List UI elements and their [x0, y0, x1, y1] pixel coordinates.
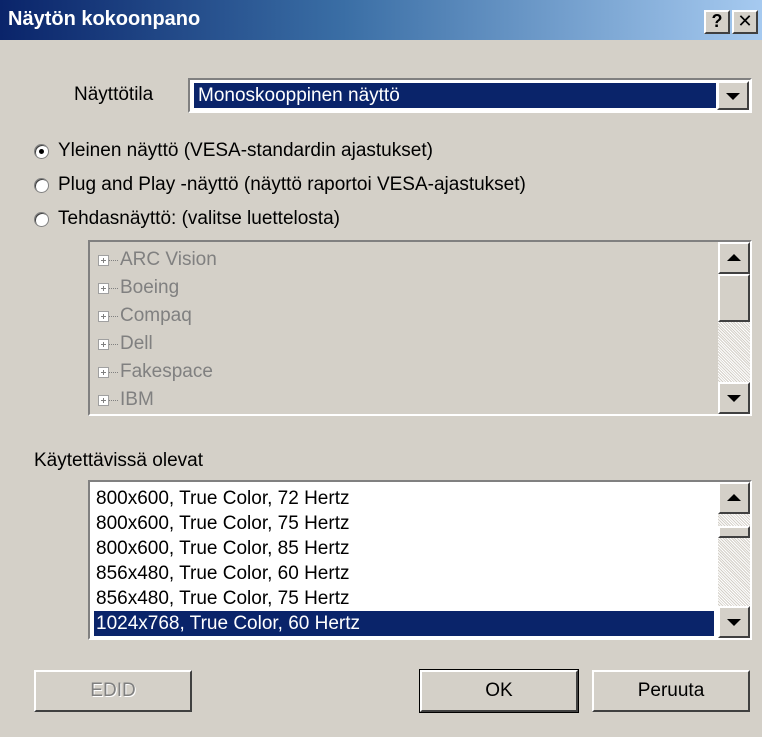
chevron-up-icon	[727, 494, 741, 501]
scroll-down-button[interactable]	[718, 382, 750, 414]
tree-item-label: Boeing	[120, 277, 180, 298]
manufacturer-list: ARC Vision Boeing Compaq Dell Fakespace …	[94, 246, 714, 414]
radio-factory-display[interactable]: Tehdasnäyttö: (valitse luettelosta)	[34, 208, 434, 234]
list-item[interactable]: 800x600, True Color, 75 Hertz	[94, 511, 714, 536]
edid-button[interactable]: EDID	[34, 670, 192, 712]
tree-item-label: Dell	[120, 333, 153, 354]
radio-plug-and-play-label: Plug and Play -näyttö (näyttö raportoi V…	[58, 174, 526, 195]
help-button[interactable]: ?	[704, 10, 730, 34]
tree-item-label: ARC Vision	[120, 249, 217, 270]
chevron-down-icon	[727, 395, 741, 402]
radio-factory-display-label: Tehdasnäyttö: (valitse luettelosta)	[58, 208, 340, 229]
tree-item: Dell	[94, 330, 714, 358]
chevron-up-icon	[727, 254, 741, 261]
chevron-down-icon	[726, 92, 740, 100]
scroll-thumb[interactable]	[718, 274, 750, 322]
display-mode-select[interactable]: Monoskooppinen näyttö	[188, 78, 752, 113]
tree-item: ARC Vision	[94, 246, 714, 274]
radio-icon[interactable]	[34, 144, 49, 159]
list-item[interactable]: 1024x768, True Color, 60 Hertz	[94, 611, 714, 636]
radio-generic-display[interactable]: Yleinen näyttö (VESA-standardin ajastuks…	[34, 140, 514, 166]
display-mode-value: Monoskooppinen näyttö	[194, 83, 716, 108]
scroll-up-button[interactable]	[718, 482, 750, 514]
list-item[interactable]: 856x480, True Color, 75 Hertz	[94, 586, 714, 611]
tree-item-label: IBM	[120, 389, 154, 410]
radio-icon[interactable]	[34, 212, 49, 227]
display-mode-label: Näyttötila	[74, 84, 154, 105]
scroll-thumb[interactable]	[718, 526, 750, 538]
tree-item: Compaq	[94, 302, 714, 330]
list-item[interactable]: 856x480, True Color, 60 Hertz	[94, 561, 714, 586]
ok-button[interactable]: OK	[419, 669, 579, 713]
available-modes-label: Käytettävissä olevat	[34, 450, 203, 471]
tree-scrollbar[interactable]	[718, 242, 750, 414]
display-mode-dropdown-button[interactable]	[717, 81, 749, 110]
manufacturer-tree: ARC Vision Boeing Compaq Dell Fakespace …	[88, 240, 752, 416]
cancel-button[interactable]: Peruuta	[592, 670, 750, 712]
tree-item-label: Compaq	[120, 305, 192, 326]
modes-scrollbar[interactable]	[718, 482, 750, 638]
chevron-down-icon	[727, 619, 741, 626]
tree-item: IBM	[94, 386, 714, 414]
expand-icon	[98, 283, 109, 294]
scroll-down-button[interactable]	[718, 606, 750, 638]
radio-plug-and-play[interactable]: Plug and Play -näyttö (näyttö raportoi V…	[34, 174, 594, 200]
available-modes-list[interactable]: 800x600, True Color, 72 Hertz 800x600, T…	[88, 480, 752, 640]
title-bar[interactable]: Näytön kokoonpano ? ✕	[0, 0, 762, 40]
close-button[interactable]: ✕	[732, 10, 758, 34]
list-item[interactable]: 800x600, True Color, 85 Hertz	[94, 536, 714, 561]
expand-icon	[98, 311, 109, 322]
radio-selected-dot	[39, 149, 44, 154]
expand-icon	[98, 395, 109, 406]
tree-item-label: Fakespace	[120, 361, 213, 382]
radio-generic-display-label: Yleinen näyttö (VESA-standardin ajastuks…	[58, 140, 433, 161]
scroll-up-button[interactable]	[718, 242, 750, 274]
expand-icon	[98, 255, 109, 266]
expand-icon	[98, 339, 109, 350]
window-title: Näytön kokoonpano	[8, 8, 201, 30]
expand-icon	[98, 367, 109, 378]
tree-item: Boeing	[94, 274, 714, 302]
list-item[interactable]: 800x600, True Color, 72 Hertz	[94, 486, 714, 511]
radio-icon[interactable]	[34, 178, 49, 193]
tree-item: Fakespace	[94, 358, 714, 386]
available-modes-rows: 800x600, True Color, 72 Hertz 800x600, T…	[94, 486, 714, 636]
